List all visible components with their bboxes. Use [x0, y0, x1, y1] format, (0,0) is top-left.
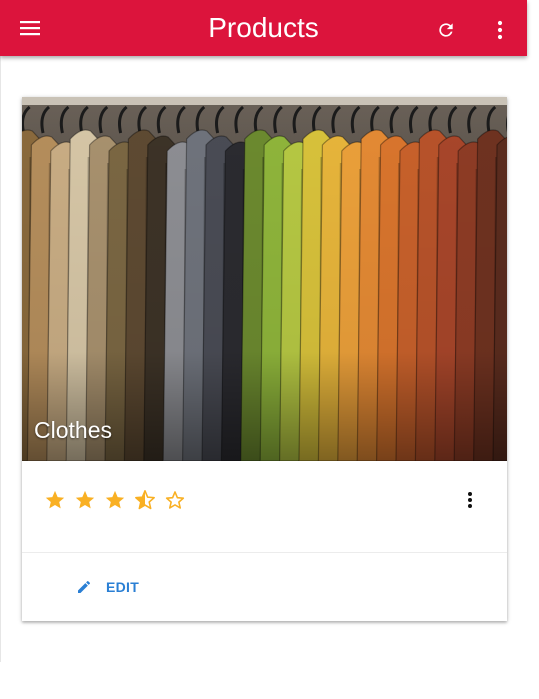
- drawer-edge-divider: [0, 56, 1, 662]
- star-half-icon: [135, 490, 155, 510]
- more-options-button[interactable]: [480, 10, 520, 50]
- product-image: Clothes: [22, 97, 507, 461]
- star-filled-icon: [45, 490, 65, 509]
- card-more-options-button[interactable]: [455, 485, 485, 515]
- clothes-rack-photo: [22, 97, 507, 461]
- edit-button[interactable]: EDIT: [66, 569, 149, 605]
- star-outline-icon: [165, 491, 185, 509]
- star-2[interactable]: [74, 487, 104, 513]
- product-card: Clothes EDIT: [22, 97, 507, 621]
- star-rating[interactable]: [44, 487, 194, 513]
- product-title: Clothes: [34, 417, 112, 443]
- app-bar: Products: [0, 0, 527, 56]
- star-4[interactable]: [134, 487, 164, 513]
- refresh-button[interactable]: [426, 10, 466, 50]
- pencil-icon: [78, 580, 91, 593]
- card-divider: [22, 552, 507, 553]
- star-5[interactable]: [164, 487, 194, 513]
- star-filled-icon: [105, 490, 125, 509]
- star-filled-icon: [75, 490, 95, 509]
- refresh-icon: [439, 23, 453, 37]
- more-vertical-icon: [497, 20, 503, 40]
- star-3[interactable]: [104, 487, 134, 513]
- edit-button-label: EDIT: [106, 579, 140, 595]
- more-vertical-icon: [468, 492, 472, 508]
- star-1[interactable]: [44, 487, 74, 513]
